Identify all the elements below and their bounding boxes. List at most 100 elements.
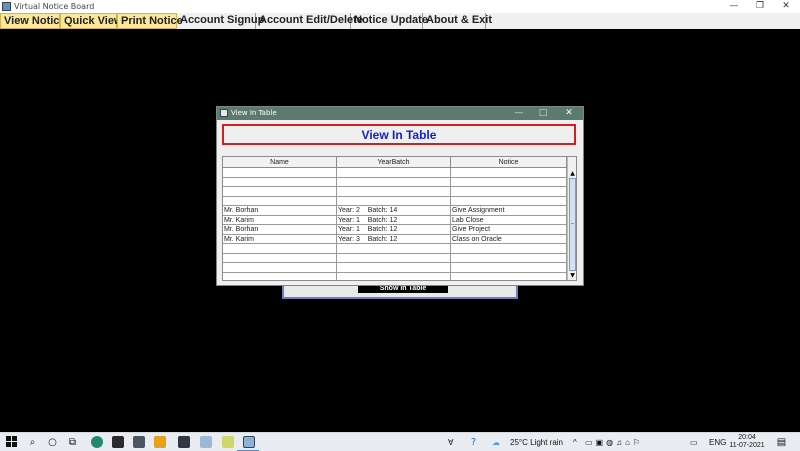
scroll-up-arrow-icon[interactable]: ▲ — [568, 169, 576, 178]
table-cell[interactable]: Give Project — [451, 225, 567, 234]
menu-quick-view[interactable]: Quick View — [60, 13, 123, 29]
clock[interactable]: 20:04 11-07-2021 — [728, 434, 766, 450]
cmd-icon[interactable] — [178, 436, 190, 448]
table-row[interactable] — [223, 272, 567, 280]
table-row[interactable]: Mr. Karim Year: 1 Batch: 12 Lab Close — [223, 215, 567, 225]
scroll-down-arrow-icon[interactable]: ▼ — [568, 271, 576, 280]
desktop: Virtual Notice Board — ❐ ✕ View Notice Q… — [0, 0, 800, 451]
notification-icon[interactable]: ▤ — [775, 436, 788, 449]
dialog-minimize-button[interactable]: — — [507, 107, 531, 120]
people-icon[interactable]: ꓯ — [448, 433, 453, 451]
table-cell[interactable] — [223, 263, 337, 272]
table-cell[interactable] — [337, 187, 451, 196]
table-cell[interactable] — [337, 196, 451, 206]
dialog-header: View In Table — [222, 124, 576, 145]
restore-button[interactable]: ❐ — [746, 0, 774, 13]
column-header-name[interactable]: Name — [223, 157, 337, 168]
table-header: Name YearBatch Notice — [223, 157, 567, 168]
close-button[interactable]: ✕ — [772, 0, 800, 13]
column-header-yearbatch[interactable]: YearBatch — [337, 157, 451, 168]
chevron-up-icon[interactable]: ^ — [573, 433, 577, 451]
menu-account-edit-delete[interactable]: Account Edit/Delete — [256, 13, 363, 29]
table-row[interactable]: Mr. Borhan Year: 2 Batch: 14 Give Assignme… — [223, 206, 567, 216]
help-icon[interactable]: ? — [467, 436, 480, 449]
table-cell[interactable] — [451, 177, 567, 187]
menu-bar: View Notice Quick View Print Notice Acco… — [0, 13, 800, 29]
dialog-maximize-button[interactable]: □ — [531, 107, 555, 120]
table-row[interactable]: Mr. Borhan Year: 1 Batch: 12 Give Project — [223, 225, 567, 235]
scroll-thumb[interactable] — [569, 178, 576, 271]
column-header-notice[interactable]: Notice — [451, 157, 567, 168]
weather-icon: ☁ — [492, 438, 500, 447]
java-taskbar-icon[interactable] — [243, 436, 255, 448]
menu-print-notice[interactable]: Print Notice — [117, 13, 183, 29]
table-row[interactable] — [223, 177, 567, 187]
menu-view-notice[interactable]: View Notice — [0, 13, 66, 29]
table-cell[interactable] — [451, 196, 567, 206]
table-row[interactable] — [223, 263, 567, 273]
tray-icons[interactable]: ▭▣◍♫⌂⚐ — [585, 433, 643, 451]
table-cell[interactable] — [223, 253, 337, 263]
table-cell[interactable]: Mr. Borhan — [223, 206, 337, 215]
notepad-icon[interactable] — [200, 436, 212, 448]
windows-start-icon[interactable] — [5, 436, 18, 449]
table-cell[interactable] — [337, 168, 451, 177]
cortana-icon[interactable]: ○ — [46, 436, 59, 449]
minimize-button[interactable]: — — [720, 0, 748, 13]
table-cell[interactable]: Year: 3 Batch: 12 — [337, 234, 451, 244]
table-scrollbar[interactable]: ▲ ▼ — [567, 157, 576, 280]
terminal-icon[interactable] — [112, 436, 124, 448]
table-cell[interactable] — [223, 244, 337, 253]
table-cell[interactable]: Mr. Karim — [223, 234, 337, 244]
table-cell[interactable] — [337, 177, 451, 187]
table-row[interactable] — [223, 244, 567, 254]
table-cell[interactable]: Mr. Borhan — [223, 225, 337, 234]
table-cell[interactable] — [223, 196, 337, 206]
language-indicator[interactable]: ENG — [709, 433, 726, 451]
table-cell[interactable]: Give Assignment — [451, 206, 567, 215]
app-icon[interactable] — [133, 436, 145, 448]
table-row[interactable] — [223, 196, 567, 206]
table-cell[interactable]: Mr. Karim — [223, 215, 337, 225]
table-row[interactable] — [223, 253, 567, 263]
table-cell[interactable] — [223, 168, 337, 177]
table-cell[interactable] — [337, 263, 451, 272]
dialog-title: View In Table — [231, 109, 277, 117]
edge-icon[interactable] — [91, 436, 103, 448]
table-cell[interactable] — [223, 177, 337, 187]
table-cell[interactable] — [451, 168, 567, 177]
dialog-close-button[interactable]: ✕ — [557, 107, 581, 120]
table-cell[interactable] — [223, 272, 337, 280]
sticky-notes-icon[interactable] — [222, 436, 234, 448]
table-cell[interactable]: Lab Close — [451, 215, 567, 225]
table-cell[interactable] — [451, 253, 567, 263]
table-cell[interactable] — [337, 272, 451, 280]
table-row[interactable]: Mr. Karim Year: 3 Batch: 12 Class on Oracl… — [223, 234, 567, 244]
table-body: Mr. Borhan Year: 2 Batch: 14 Give Assignme… — [223, 168, 567, 280]
task-view-icon[interactable]: ⧉ — [66, 436, 79, 449]
table-cell[interactable] — [223, 187, 337, 196]
table-row[interactable] — [223, 187, 567, 197]
file-explorer-icon[interactable] — [154, 436, 166, 448]
table-cell[interactable] — [451, 272, 567, 280]
menu-notice-update[interactable]: Notice Update — [351, 13, 428, 29]
table-row[interactable] — [223, 168, 567, 178]
table-cell[interactable]: Year: 1 Batch: 12 — [337, 215, 451, 225]
search-icon[interactable]: ⌕ — [26, 436, 39, 449]
table-cell[interactable] — [337, 244, 451, 253]
java-app-icon — [220, 109, 228, 117]
table-cell[interactable]: Year: 2 Batch: 14 — [337, 206, 451, 215]
weather-text[interactable]: 25°C Light rain — [510, 433, 563, 451]
table-cell[interactable]: Year: 1 Batch: 12 — [337, 225, 451, 234]
menu-about-exit[interactable]: About & Exit — [423, 13, 492, 29]
table-cell[interactable]: Class on Oracle — [451, 234, 567, 244]
table-cell[interactable] — [337, 253, 451, 263]
menu-account-signup[interactable]: Account Signup — [177, 13, 264, 29]
table-cell[interactable] — [451, 187, 567, 196]
dialog-title-bar: View In Table — □ ✕ — [217, 107, 583, 120]
view-in-table-dialog: View In Table — □ ✕ View In Table Name Y… — [216, 106, 584, 286]
java-app-icon — [2, 2, 11, 11]
keyboard-icon[interactable]: ▭ — [690, 433, 698, 451]
table-cell[interactable] — [451, 263, 567, 272]
table-cell[interactable] — [451, 244, 567, 253]
